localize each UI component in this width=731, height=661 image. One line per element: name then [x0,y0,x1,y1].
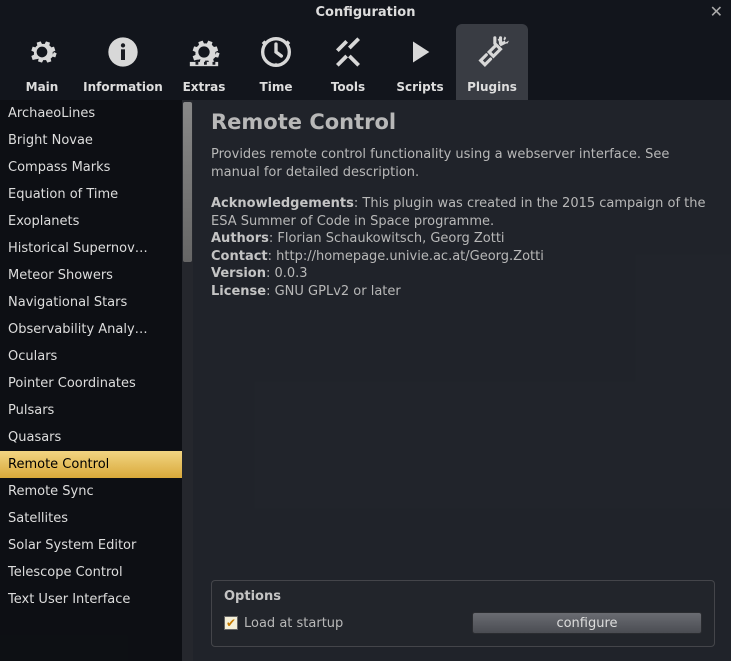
gear-icon [26,24,58,80]
plugin-item[interactable]: Remote Control [0,451,182,478]
plugin-item[interactable]: Solar System Editor [0,532,182,559]
plugin-item[interactable]: Meteor Showers [0,262,182,289]
tab-label: Time [260,80,293,94]
plugin-item[interactable]: Bright Novae [0,127,182,154]
scroll-thumb[interactable] [183,102,192,262]
tab-information[interactable]: Information [78,24,168,100]
plugin-item[interactable]: Quasars [0,424,182,451]
plugin-list[interactable]: ArchaeoLinesBright NovaeCompass MarksEqu… [0,100,182,661]
tab-label: Main [26,80,59,94]
plugin-sidebar: ArchaeoLinesBright NovaeCompass MarksEqu… [0,100,193,661]
tab-tools[interactable]: Tools [312,24,384,100]
tab-time[interactable]: Time [240,24,312,100]
plugin-item[interactable]: ArchaeoLines [0,100,182,127]
extras-icon [187,24,221,80]
plugin-item[interactable]: Navigational Stars [0,289,182,316]
plugin-authors: Authors: Florian Schaukowitsch, Georg Zo… [211,230,715,248]
window-title: Configuration [316,5,416,20]
plugin-item[interactable]: Equation of Time [0,181,182,208]
tab-scripts[interactable]: Scripts [384,24,456,100]
tab-label: Information [83,80,163,94]
plugin-ack: Acknowledgements: This plugin was create… [211,195,715,230]
plugin-item[interactable]: Satellites [0,505,182,532]
plugin-title: Remote Control [211,110,715,134]
tab-label: Scripts [396,80,443,94]
scrollbar[interactable] [182,100,193,661]
clock-icon [260,24,292,80]
plugin-item[interactable]: Historical Supernov… [0,235,182,262]
plugin-item[interactable]: Compass Marks [0,154,182,181]
plugin-detail: Remote Control Provides remote control f… [193,100,731,661]
tab-plugins[interactable]: Plugins [456,24,528,100]
configure-button[interactable]: configure [472,612,702,634]
plugin-icon [475,24,509,80]
plugin-item[interactable]: Pointer Coordinates [0,370,182,397]
load-at-startup-checkbox[interactable]: ✔ Load at startup [224,616,343,631]
options-box: Options ✔ Load at startup configure [211,580,715,647]
tab-extras[interactable]: Extras [168,24,240,100]
tools-icon [332,24,364,80]
plugin-item[interactable]: Exoplanets [0,208,182,235]
close-icon[interactable]: ✕ [710,2,723,21]
plugin-contact: Contact: http://homepage.univie.ac.at/Ge… [211,248,715,266]
plugin-item[interactable]: Observability Analy… [0,316,182,343]
tab-label: Tools [331,80,365,94]
plugin-item[interactable]: Pulsars [0,397,182,424]
plugin-item[interactable]: Text User Interface [0,586,182,613]
body: ArchaeoLinesBright NovaeCompass MarksEqu… [0,100,731,661]
plugin-item[interactable]: Oculars [0,343,182,370]
config-window: Configuration ✕ Main Information Extras [0,0,731,661]
load-label: Load at startup [244,616,343,631]
tab-label: Plugins [467,80,517,94]
plugin-description: Provides remote control functionality us… [211,146,715,181]
titlebar: Configuration ✕ [0,0,731,24]
play-icon [406,24,434,80]
tabs: Main Information Extras Time Tools [0,24,731,100]
checkbox-icon: ✔ [224,616,238,630]
tab-label: Extras [183,80,226,94]
plugin-item[interactable]: Remote Sync [0,478,182,505]
tab-main[interactable]: Main [6,24,78,100]
plugin-item[interactable]: Telescope Control [0,559,182,586]
plugin-version: Version: 0.0.3 [211,265,715,283]
options-title: Options [224,589,702,604]
info-icon [107,24,139,80]
plugin-license: License: GNU GPLv2 or later [211,283,715,301]
